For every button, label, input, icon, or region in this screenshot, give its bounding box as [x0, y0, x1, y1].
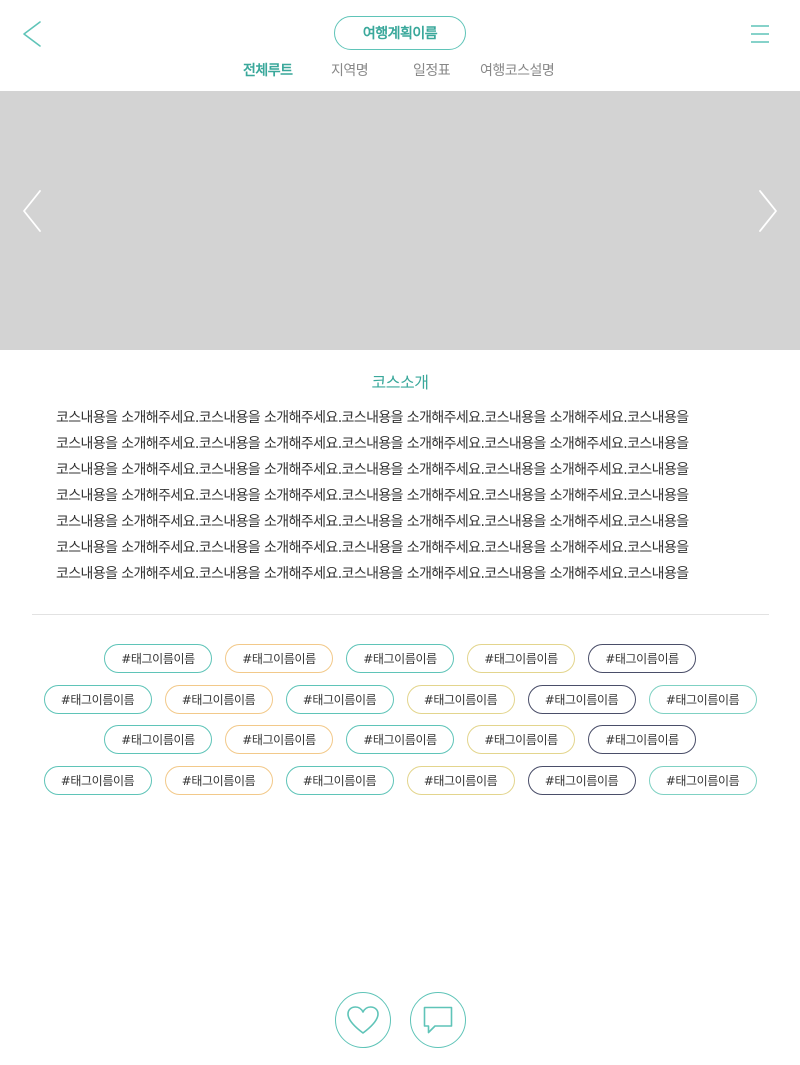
intro-text-line: 코스내용을 소개해주세요.코스내용을 소개해주세요.코스내용을 소개해주세요.코… — [56, 436, 689, 452]
tag-chip[interactable]: #태그이름이름 — [648, 765, 757, 795]
tag-chip[interactable]: #태그이름이름 — [406, 765, 515, 795]
hamburger-menu-icon — [751, 25, 769, 43]
back-button[interactable] — [18, 18, 48, 50]
tab-bar: 전체루트 지역명 일정표 여행코스설명 — [0, 60, 800, 82]
tag-chip[interactable]: #태그이름이름 — [285, 765, 394, 795]
speech-bubble-icon — [423, 1006, 453, 1034]
tag-list: #태그이름이름 #태그이름이름 #태그이름이름 #태그이름이름 #태그이름이름 … — [0, 644, 800, 806]
tag-chip[interactable]: #태그이름이름 — [467, 725, 575, 754]
tab-course-description[interactable]: 여행코스설명 — [480, 60, 555, 80]
intro-text-line: 코스내용을 소개해주세요.코스내용을 소개해주세요.코스내용을 소개해주세요.코… — [56, 410, 689, 426]
course-intro-title: 코스소개 — [371, 373, 429, 392]
tag-chip[interactable]: #태그이름이름 — [225, 725, 333, 754]
tab-region[interactable]: 지역명 — [331, 60, 369, 80]
chevron-left-icon — [23, 190, 41, 232]
heart-icon — [347, 1006, 379, 1034]
tag-chip[interactable]: #태그이름이름 — [43, 684, 152, 714]
tag-row: #태그이름이름 #태그이름이름 #태그이름이름 #태그이름이름 #태그이름이름 — [0, 725, 800, 755]
comment-button[interactable] — [410, 992, 466, 1048]
tag-chip[interactable]: #태그이름이름 — [346, 725, 454, 754]
page-title: 여행계획이름 — [334, 16, 466, 50]
tag-chip[interactable]: #태그이름이름 — [164, 765, 273, 795]
carousel-prev-button[interactable] — [20, 188, 44, 234]
tag-chip[interactable]: #태그이름이름 — [527, 684, 636, 714]
section-divider — [32, 614, 769, 615]
tag-chip[interactable]: #태그이름이름 — [588, 644, 696, 673]
chevron-right-icon — [759, 190, 777, 232]
app-header: 여행계획이름 전체루트 지역명 일정표 여행코스설명 — [0, 0, 800, 91]
tag-chip[interactable]: #태그이름이름 — [648, 684, 757, 714]
tag-row: #태그이름이름 #태그이름이름 #태그이름이름 #태그이름이름 #태그이름이름 … — [0, 765, 800, 796]
chevron-left-icon — [23, 21, 41, 47]
carousel-next-button[interactable] — [756, 188, 780, 234]
image-carousel[interactable] — [0, 91, 800, 350]
menu-button[interactable] — [748, 22, 772, 46]
tab-schedule[interactable]: 일정표 — [413, 60, 451, 80]
intro-text-line: 코스내용을 소개해주세요.코스내용을 소개해주세요.코스내용을 소개해주세요.코… — [56, 540, 689, 556]
like-button[interactable] — [335, 992, 391, 1048]
tab-all-route[interactable]: 전체루트 — [243, 60, 293, 80]
tag-chip[interactable]: #태그이름이름 — [527, 765, 636, 795]
tag-row: #태그이름이름 #태그이름이름 #태그이름이름 #태그이름이름 #태그이름이름 … — [0, 684, 800, 715]
tag-chip[interactable]: #태그이름이름 — [346, 644, 454, 673]
tag-chip[interactable]: #태그이름이름 — [164, 684, 273, 714]
tag-row: #태그이름이름 #태그이름이름 #태그이름이름 #태그이름이름 #태그이름이름 — [0, 644, 800, 674]
tag-chip[interactable]: #태그이름이름 — [225, 644, 333, 673]
course-intro-body: 코스내용을 소개해주세요.코스내용을 소개해주세요.코스내용을 소개해주세요.코… — [56, 405, 746, 587]
intro-text-line: 코스내용을 소개해주세요.코스내용을 소개해주세요.코스내용을 소개해주세요.코… — [56, 566, 689, 582]
tag-chip[interactable]: #태그이름이름 — [43, 765, 152, 795]
tag-chip[interactable]: #태그이름이름 — [406, 684, 515, 714]
intro-text-line: 코스내용을 소개해주세요.코스내용을 소개해주세요.코스내용을 소개해주세요.코… — [56, 514, 689, 530]
tag-chip[interactable]: #태그이름이름 — [104, 725, 212, 754]
intro-text-line: 코스내용을 소개해주세요.코스내용을 소개해주세요.코스내용을 소개해주세요.코… — [56, 488, 689, 504]
tag-chip[interactable]: #태그이름이름 — [285, 684, 394, 714]
intro-text-line: 코스내용을 소개해주세요.코스내용을 소개해주세요.코스내용을 소개해주세요.코… — [56, 462, 689, 478]
tag-chip[interactable]: #태그이름이름 — [588, 725, 696, 754]
tag-chip[interactable]: #태그이름이름 — [104, 644, 212, 673]
tag-chip[interactable]: #태그이름이름 — [467, 644, 575, 673]
